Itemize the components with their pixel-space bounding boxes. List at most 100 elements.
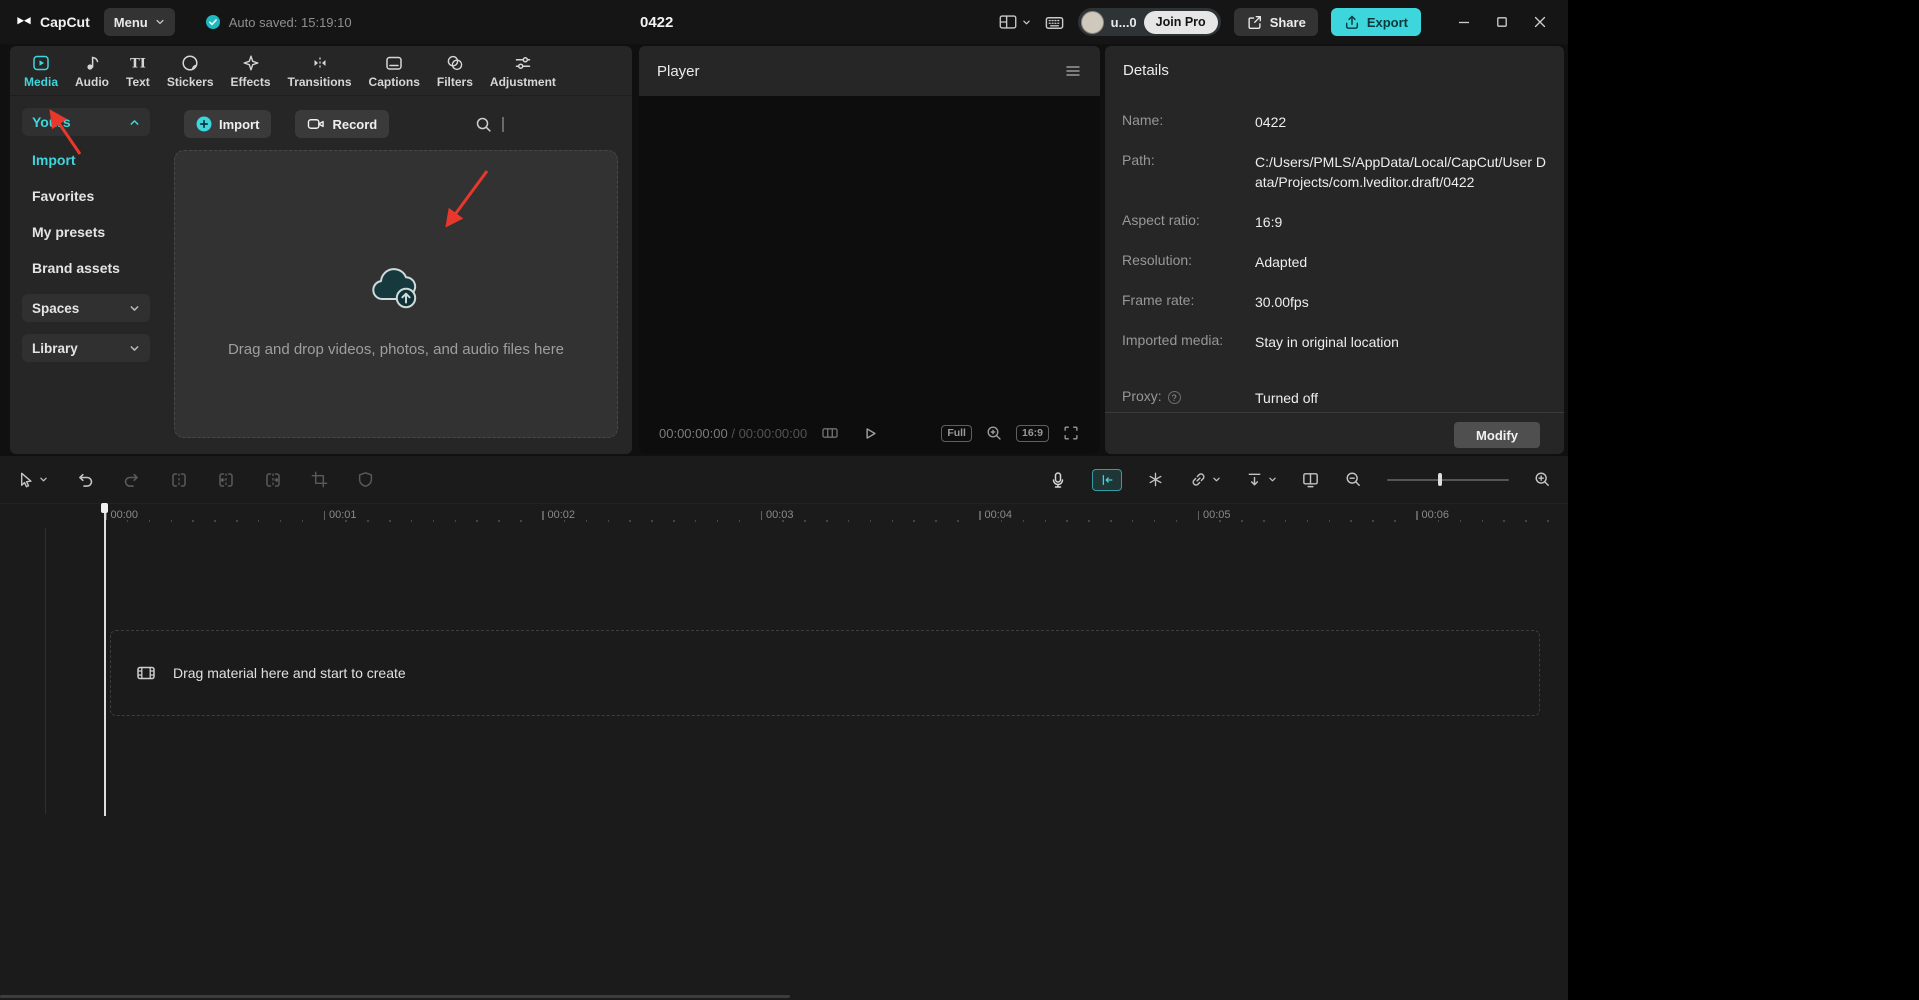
chevron-down-icon [39,475,48,484]
timeline-ruler[interactable]: 00:0000:0100:0200:0300:0400:0500:06 [0,504,1568,530]
chevron-down-icon [1268,475,1277,484]
share-button[interactable]: Share [1234,8,1318,36]
playhead[interactable] [104,504,106,816]
frame-view-button[interactable] [821,424,839,442]
tab-stickers[interactable]: Stickers [167,53,214,89]
detail-row-framerate: Frame rate:30.00fps [1122,292,1546,312]
text-icon: TI [128,53,148,73]
mask-button[interactable] [356,470,375,489]
user-account[interactable]: u...0 Join Pro [1078,8,1221,36]
shield-icon [356,470,375,489]
empty-track-dropzone[interactable]: Drag material here and start to create [110,630,1540,716]
sidebar-dropdown-spaces[interactable]: Spaces [22,294,150,322]
sidebar-item-favorites[interactable]: Favorites [10,178,162,214]
export-button[interactable]: Export [1331,8,1421,36]
ruler-label: 00:04 [979,509,1012,521]
player-controls: 00:00:00:00 / 00:00:00:00 Full 16:9 [639,412,1100,454]
zoom-in-button[interactable] [1533,470,1552,489]
user-name: u...0 [1111,15,1137,30]
window-controls [1448,6,1556,38]
playhead-handle[interactable] [101,503,108,513]
tab-media[interactable]: Media [24,53,58,89]
tab-filters[interactable]: Filters [437,53,473,89]
delete-right-icon [263,470,283,490]
menu-button[interactable]: Menu [104,8,175,36]
media-dropzone[interactable]: Drag and drop videos, photos, and audio … [174,150,618,438]
sidebar-item-import[interactable]: Import [10,142,162,178]
record-button[interactable]: Record [295,110,389,138]
redo-button[interactable] [122,470,142,490]
chevron-down-icon [1022,18,1031,27]
close-button[interactable] [1524,6,1556,38]
dropzone-hint: Drag and drop videos, photos, and audio … [228,341,564,358]
play-icon [860,424,879,443]
modify-button[interactable]: Modify [1454,422,1540,448]
tab-transitions[interactable]: Transitions [288,53,352,89]
panel-layout-button[interactable] [998,12,1031,32]
full-quality-button[interactable]: Full [941,425,972,442]
panel-layout-icon [998,12,1018,32]
tab-effects[interactable]: Effects [231,53,271,89]
workspace: Media Audio TIText Stickers Effects Transitio… [0,44,1568,456]
stickers-icon [180,53,200,73]
tab-adjustment[interactable]: Adjustment [490,53,556,89]
tab-captions[interactable]: Captions [369,53,420,89]
zoom-slider-thumb[interactable] [1438,473,1442,486]
undo-button[interactable] [75,470,95,490]
auto-scroll-button[interactable] [1245,470,1277,489]
audio-icon [82,53,102,73]
maximize-button[interactable] [1486,6,1518,38]
player-panel: Player 00:00:00:00 / 00:00:00:00 [639,46,1100,454]
detail-row-proxy: Proxy:?Turned off [1122,388,1546,408]
join-pro-button[interactable]: Join Pro [1144,11,1218,34]
import-button[interactable]: Import [184,110,271,138]
main-track-magnet-toggle[interactable] [1092,469,1122,491]
delete-left-button[interactable] [216,470,236,490]
ruler-label: 00:03 [761,509,794,521]
help-icon[interactable]: ? [1168,391,1181,404]
linked-selection-button[interactable] [1189,470,1221,489]
voiceover-button[interactable] [1048,470,1068,490]
ruler-label: 00:02 [542,509,575,521]
zoom-fit-button[interactable] [985,424,1003,442]
split-button[interactable] [169,470,189,490]
sidebar-item-brand-assets[interactable]: Brand assets [10,250,162,286]
sidebar-section-yours[interactable]: Yours [22,108,150,136]
horizontal-scrollbar[interactable] [0,995,790,998]
sidebar-item-my-presets[interactable]: My presets [10,214,162,250]
minimize-button[interactable] [1448,6,1480,38]
zoom-slider[interactable] [1387,473,1509,486]
player-menu-button[interactable] [1064,62,1082,80]
aspect-ratio-button[interactable]: 16:9 [1016,425,1049,442]
avatar[interactable] [1081,11,1104,34]
select-tool-button[interactable] [16,470,48,489]
link-icon [1189,470,1208,489]
sidebar-dropdowns: Spaces Library [10,294,162,362]
chevron-down-icon [155,17,165,27]
fullscreen-button[interactable] [1062,424,1080,442]
sidebar-dropdown-library[interactable]: Library [22,334,150,362]
microphone-icon [1048,470,1068,490]
auto-ripple-button[interactable] [1146,470,1165,489]
play-button[interactable] [860,424,879,443]
preview-axis-button[interactable] [1301,470,1320,489]
detail-row-name: Name:0422 [1122,112,1546,132]
titlebar: CapCut Menu Auto saved: 15:19:10 0422 [0,0,1568,44]
delete-right-button[interactable] [263,470,283,490]
search-button[interactable] [475,116,492,133]
timeline-toolbar [0,456,1568,504]
tab-text[interactable]: TIText [126,53,150,89]
magnet-icon [1099,472,1115,488]
keyboard-shortcuts-button[interactable] [1044,12,1065,33]
zoom-out-button[interactable] [1344,470,1363,489]
crop-icon [310,470,329,489]
crop-button[interactable] [310,470,329,489]
zoom-out-icon [1344,470,1363,489]
split-icon [169,470,189,490]
film-icon [136,663,156,683]
tab-audio[interactable]: Audio [75,53,109,89]
track-area-boundary [45,528,46,814]
check-circle-icon [205,14,221,30]
detail-row-resolution: Resolution:Adapted [1122,252,1546,272]
autosave-status: Auto saved: 15:19:10 [205,14,352,30]
